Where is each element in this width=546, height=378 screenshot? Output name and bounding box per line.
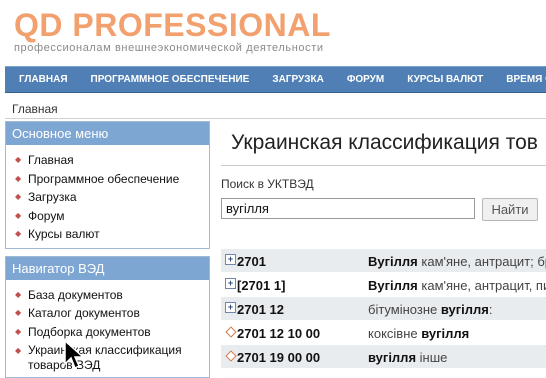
sidebar: Основное меню ◆ Главная ◆ Программное обес… [5,121,210,370]
bullet-icon: ◆ [15,151,21,170]
ved-item-document-selection[interactable]: ◆ Подборка документов [14,323,209,342]
bullet-icon: ◆ [15,207,21,226]
main-content: Украинская классификация тов Поиск в УКТ… [221,121,546,370]
expand-icon[interactable]: + [225,254,236,265]
mouse-cursor-icon [64,340,86,370]
ved-item-document-base[interactable]: ◆ База документов [14,286,209,305]
nav-item-software[interactable]: ПРОГРАММНОЕ ОБЕСПЕЧЕНИЕ [77,74,259,85]
menu-item-label: Форум [28,209,64,223]
site-logo[interactable]: QD PROFESSIONAL профессионалам внешнеэко… [14,6,331,54]
table-row[interactable]: + [2701 1] Вугілля кам'яне, антрацит, пи [221,273,546,297]
search-input[interactable] [221,198,475,219]
main-menu-item-forum[interactable]: ◆ Форум [14,207,209,226]
menu-item-label: Подборка документов [28,325,151,339]
ved-item-document-catalog[interactable]: ◆ Каталог документов [14,304,209,323]
search-button[interactable]: Найти [482,198,538,221]
main-menu-item-software[interactable]: ◆ Программное обеспечение [14,170,209,189]
ved-item-uktved[interactable]: ◆Украинская классификациятоваров ВЭД [14,343,209,373]
nav-item-currency[interactable]: КУРСЫ ВАЛЮТ [393,74,492,85]
row-code: 2701 12 [237,302,284,317]
bullet-icon: ◆ [15,225,21,244]
bullet-icon: ◆ [15,170,21,189]
nav-item-home[interactable]: ГЛАВНАЯ [5,74,77,85]
main-menu-item-home[interactable]: ◆ Главная [14,151,209,170]
menu-item-label: Украинская классификация [28,343,182,357]
diamond-icon [225,350,235,360]
nav-item-waiting-time[interactable]: ВРЕМЯ ОЖИДАНИЯ [492,74,546,85]
table-row[interactable]: + 2701 12 бітумінозне вугілля: [221,297,546,321]
main-menu-item-download[interactable]: ◆ Загрузка [14,188,209,207]
row-description: коксівне вугілля [368,326,469,341]
row-description: Вугілля кам'яне, антрацит; бр [368,254,546,269]
expand-icon[interactable]: + [225,278,236,289]
ved-navigator-panel: Навигатор ВЭД ◆ База документов ◆ Каталог … [5,256,210,378]
breadcrumb-divider [5,118,546,119]
bullet-icon: ◆ [15,304,21,323]
bullet-icon: ◆ [15,286,21,305]
main-menu-title: Основное меню [6,122,209,145]
diamond-icon [225,326,235,336]
nav-item-download[interactable]: ЗАГРУЗКА [258,74,333,85]
row-code: 2701 19 00 00 [237,350,320,365]
table-row[interactable]: + 2701 Вугілля кам'яне, антрацит; бр [221,249,546,273]
nav-item-forum[interactable]: ФОРУМ [333,74,393,85]
bullet-icon: ◆ [15,323,21,342]
menu-item-label: Программное обеспечение [28,172,179,186]
menu-item-label: База документов [28,288,123,302]
expand-icon[interactable]: + [225,302,236,313]
row-code: 2701 [237,254,266,269]
row-code: [2701 1] [237,278,285,293]
top-nav: ГЛАВНАЯ ПРОГРАММНОЕ ОБЕСПЕЧЕНИЕ ЗАГРУЗКА… [5,66,546,93]
table-row[interactable]: 2701 19 00 00 вугілля інше [221,345,546,369]
page-title: Украинская классификация тов [231,131,538,155]
results-table: + 2701 Вугілля кам'яне, антрацит; бр + [… [221,249,546,369]
row-code: 2701 12 10 00 [237,326,320,341]
main-menu-item-currency[interactable]: ◆ Курсы валют [14,225,209,244]
logo-title: QD PROFESSIONAL [14,6,331,44]
menu-item-label: Каталог документов [28,306,140,320]
main-menu-list: ◆ Главная ◆ Программное обеспечение ◆ Загру… [6,145,209,248]
menu-item-label: Курсы валют [28,227,100,241]
bullet-icon: ◆ [15,343,21,358]
main-menu-panel: Основное меню ◆ Главная ◆ Программное обес… [5,121,210,249]
bullet-icon: ◆ [15,188,21,207]
logo-subtitle: профессионалам внешнеэкономической деяте… [14,42,331,54]
row-description: Вугілля кам'яне, антрацит, пи [368,278,546,293]
search-label: Поиск в УКТВЭД [221,177,314,191]
breadcrumb[interactable]: Главная [12,102,58,116]
table-row[interactable]: 2701 12 10 00 коксівне вугілля [221,321,546,345]
menu-item-label: Загрузка [28,190,77,204]
ved-navigator-title: Навигатор ВЭД [6,257,209,280]
title-divider [221,165,546,166]
ved-navigator-list: ◆ База документов ◆ Каталог документов ◆ По… [6,280,209,378]
menu-item-label: Главная [28,153,74,167]
row-description: бітумінозне вугілля: [368,302,493,317]
row-description: вугілля інше [368,350,447,365]
